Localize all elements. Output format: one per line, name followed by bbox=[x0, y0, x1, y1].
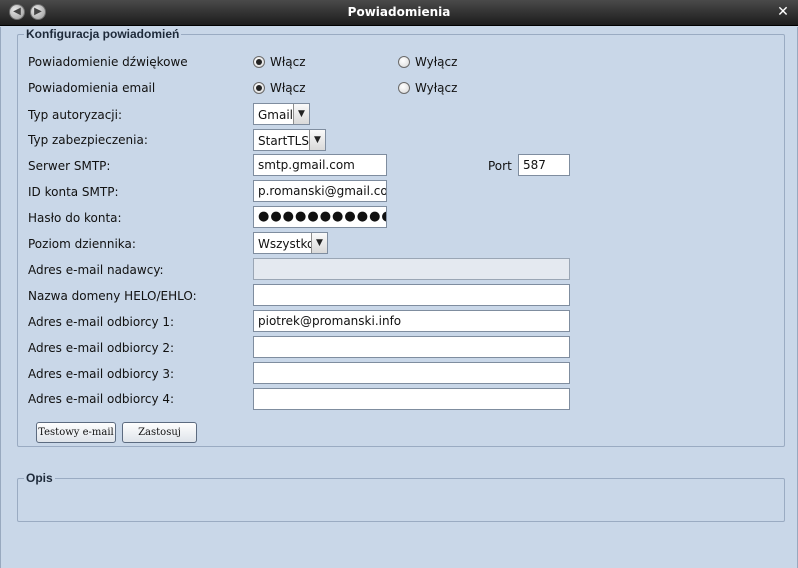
config-legend: Konfiguracja powiadomień bbox=[26, 27, 180, 41]
sound-notification-label: Powiadomienie dźwiękowe bbox=[28, 55, 188, 69]
smtp-account-input[interactable]: p.romanski@gmail.com bbox=[253, 180, 387, 202]
email-off-label: Wyłącz bbox=[415, 81, 458, 95]
smtp-server-label: Serwer SMTP: bbox=[28, 159, 111, 173]
content-area: Konfiguracja powiadomień Powiadomienie d… bbox=[0, 27, 798, 568]
email-on-label: Włącz bbox=[270, 81, 306, 95]
email-on-radio[interactable] bbox=[253, 82, 265, 94]
test-email-button[interactable]: Testowy e-mail bbox=[36, 422, 116, 443]
description-legend: Opis bbox=[26, 471, 53, 485]
recipient1-input[interactable]: piotrek@promanski.info bbox=[253, 310, 570, 332]
helo-input[interactable] bbox=[253, 284, 570, 306]
apply-button[interactable]: Zastosuj bbox=[122, 422, 197, 443]
recipient3-label: Adres e-mail odbiorcy 3: bbox=[28, 367, 175, 381]
chevron-down-icon[interactable]: ▼ bbox=[293, 104, 309, 124]
helo-label: Nazwa domeny HELO/EHLO: bbox=[28, 289, 197, 303]
email-off-radio[interactable] bbox=[398, 82, 410, 94]
auth-type-select[interactable]: Gmail ▼ bbox=[253, 103, 310, 125]
title-bar: ◀ ▶ Powiadomienia ✕ bbox=[0, 0, 798, 26]
chevron-down-icon[interactable]: ▼ bbox=[309, 130, 325, 150]
password-label: Hasło do konta: bbox=[28, 211, 122, 225]
log-level-select[interactable]: Wszystko ▼ bbox=[253, 232, 328, 254]
recipient2-label: Adres e-mail odbiorcy 2: bbox=[28, 341, 175, 355]
chevron-down-icon[interactable]: ▼ bbox=[311, 233, 327, 253]
email-notification-label: Powiadomienia email bbox=[28, 81, 156, 95]
smtp-account-label: ID konta SMTP: bbox=[28, 185, 119, 199]
close-icon[interactable]: ✕ bbox=[776, 4, 790, 20]
sound-on-label: Włącz bbox=[270, 55, 306, 69]
port-label: Port bbox=[488, 159, 512, 173]
sender-label: Adres e-mail nadawcy: bbox=[28, 263, 164, 277]
recipient1-label: Adres e-mail odbiorcy 1: bbox=[28, 315, 175, 329]
description-group: Opis bbox=[17, 471, 785, 522]
auth-type-label: Typ autoryzacji: bbox=[28, 108, 122, 122]
recipient4-label: Adres e-mail odbiorcy 4: bbox=[28, 392, 175, 406]
smtp-server-input[interactable]: smtp.gmail.com bbox=[253, 154, 387, 176]
recipient3-input[interactable] bbox=[253, 362, 570, 384]
port-input[interactable]: 587 bbox=[518, 154, 570, 176]
password-input[interactable]: ●●●●●●●●●●●●●● bbox=[253, 206, 387, 228]
security-type-select[interactable]: StartTLS ▼ bbox=[253, 129, 326, 151]
recipient4-input[interactable] bbox=[253, 388, 570, 410]
sender-input bbox=[253, 258, 570, 280]
log-level-value: Wszystko bbox=[258, 237, 315, 251]
recipient2-input[interactable] bbox=[253, 336, 570, 358]
auth-type-value: Gmail bbox=[258, 108, 294, 122]
security-type-label: Typ zabezpieczenia: bbox=[28, 133, 148, 147]
sound-off-label: Wyłącz bbox=[415, 55, 458, 69]
security-type-value: StartTLS bbox=[258, 134, 309, 148]
log-level-label: Poziom dziennika: bbox=[28, 237, 136, 251]
window-title: Powiadomienia bbox=[347, 5, 451, 19]
sound-off-radio[interactable] bbox=[398, 56, 410, 68]
sound-on-radio[interactable] bbox=[253, 56, 265, 68]
